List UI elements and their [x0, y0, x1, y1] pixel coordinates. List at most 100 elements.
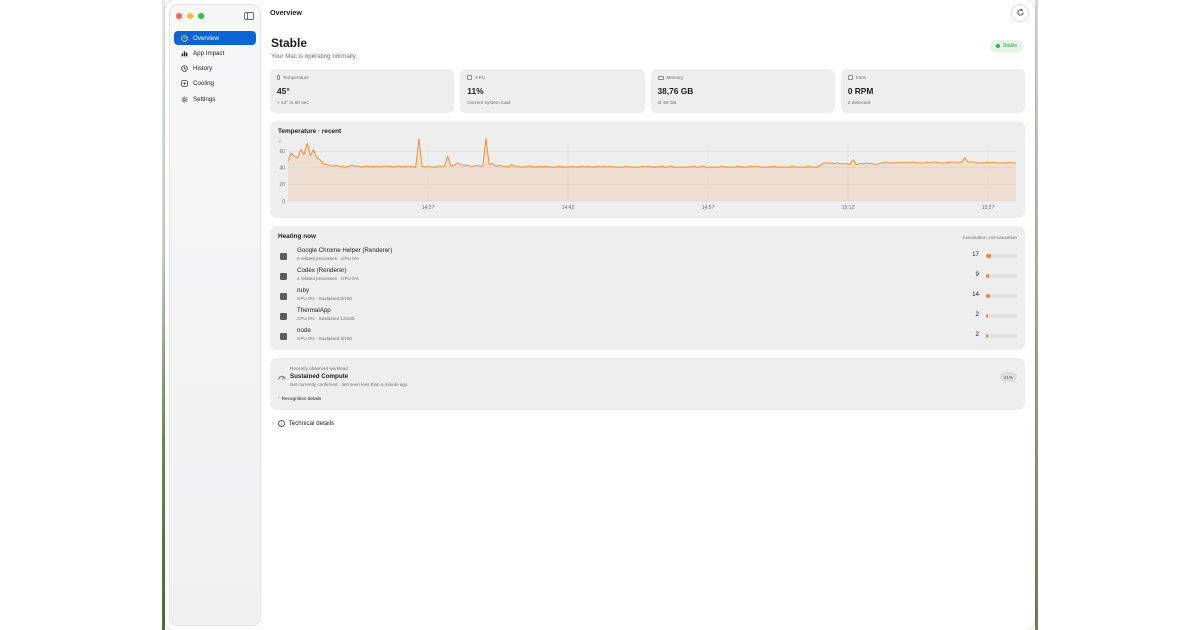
- sidebar-nav: Overview App Impact History Cooling Sett…: [174, 31, 256, 107]
- recognition-details-toggle[interactable]: › Recognition details: [278, 395, 321, 401]
- chevron-right-icon: ›: [278, 395, 280, 401]
- status-dot-icon: [996, 44, 1000, 48]
- impact-bar: [986, 294, 1017, 298]
- series-area: [288, 138, 1016, 201]
- process-detail: CPU 0% · Sustained 3/100: [297, 336, 352, 341]
- y-unit-label: °C: [278, 140, 282, 144]
- status-badge: Stable: [990, 40, 1024, 52]
- x-tick-label: 14:27: [422, 205, 435, 211]
- fans-card: Fans 0 RPM 2 detected: [840, 69, 1025, 113]
- window-controls: [176, 13, 204, 19]
- sidebar: Overview App Impact History Cooling Sett…: [169, 4, 261, 626]
- card-value: 45°: [277, 86, 290, 96]
- metric-cards: Temperature 45° ≈ 44° in 60 sec CPU 11% …: [270, 69, 1025, 113]
- card-subtitle: of 48 GB: [657, 101, 677, 106]
- sidebar-item-overview[interactable]: Overview: [174, 31, 256, 45]
- app-icon: [280, 273, 287, 280]
- app-window: Overview App Impact History Cooling Sett…: [165, 0, 1035, 630]
- app-icon: [280, 313, 287, 320]
- impact-value: 2: [975, 311, 979, 318]
- chevron-right-icon: ›: [272, 420, 274, 427]
- y-tick-label: 20: [279, 182, 285, 188]
- y-tick-label: 40: [279, 166, 285, 172]
- sidebar-item-label: App Impact: [193, 49, 225, 57]
- impact-bar-fill: [986, 314, 988, 318]
- heating-row[interactable]: ruby CPU 0% · Sustained 5/100 14: [280, 287, 1017, 305]
- main-content: Overview Stable Your Mac is operating no…: [270, 0, 1035, 630]
- process-name: node: [297, 327, 311, 334]
- fan-icon: [847, 75, 853, 80]
- heating-row[interactable]: ThermalApp CPU 0% · Sustained 12/100 2: [280, 307, 1017, 325]
- sidebar-toggle-icon[interactable]: [244, 12, 254, 20]
- card-subtitle: Current system load: [467, 101, 511, 106]
- card-label: Fans: [855, 75, 866, 80]
- process-detail: 4 related processes · CPU 0%: [297, 276, 359, 281]
- refresh-button[interactable]: [1011, 4, 1029, 22]
- thermometer-icon: [277, 75, 280, 80]
- heating-row[interactable]: node CPU 0% · Sustained 3/100 2: [280, 327, 1017, 345]
- process-name: ruby: [297, 287, 310, 294]
- process-detail: 8 related processes · CPU 0%: [297, 256, 359, 261]
- heating-now-panel: Heating now Association, not causation G…: [270, 226, 1025, 350]
- card-subtitle: ≈ 44° in 60 sec: [277, 101, 309, 106]
- close-button[interactable]: [176, 13, 182, 19]
- impact-bar-fill: [986, 334, 988, 338]
- impact-bar: [986, 274, 1017, 278]
- heating-row[interactable]: Codex (Renderer) 4 related processes · C…: [280, 267, 1017, 285]
- workload-subtitle: Not currently confirmed · last seen less…: [290, 382, 408, 387]
- refresh-icon: [1016, 8, 1025, 19]
- x-tick-label: 14:42: [562, 205, 575, 211]
- sidebar-item-settings[interactable]: Settings: [174, 92, 256, 106]
- confidence-badge: 41%: [999, 372, 1017, 382]
- info-icon: i: [277, 420, 285, 427]
- clock-icon: [180, 65, 188, 73]
- gauge-icon: [180, 34, 188, 42]
- zoom-button[interactable]: [198, 13, 204, 19]
- sidebar-item-label: History: [193, 65, 213, 73]
- card-subtitle: 2 detected: [847, 101, 871, 106]
- window-title: Overview: [270, 8, 302, 17]
- sidebar-item-cooling[interactable]: Cooling: [174, 77, 256, 91]
- heating-title: Heating now: [278, 233, 316, 240]
- cpu-icon: [467, 75, 473, 80]
- x-tick-label: 15:12: [842, 205, 855, 211]
- sidebar-item-history[interactable]: History: [174, 62, 256, 76]
- heating-row[interactable]: Google Chrome Helper (Renderer) 8 relate…: [280, 247, 1017, 265]
- fan-icon: [180, 80, 188, 88]
- status-title: Stable: [271, 36, 308, 50]
- impact-bar: [986, 334, 1017, 338]
- app-icon: [280, 293, 287, 300]
- impact-bar-fill: [986, 254, 992, 258]
- card-value: 11%: [467, 86, 484, 96]
- x-tick-label: 14:57: [702, 205, 715, 211]
- impact-value: 14: [972, 291, 979, 298]
- sidebar-item-app-impact[interactable]: App Impact: [174, 46, 256, 60]
- process-name: ThermalApp: [297, 307, 331, 314]
- cpu-card: CPU 11% Current system load: [460, 69, 645, 113]
- card-value: 38,76 GB: [657, 86, 694, 96]
- x-tick-label: 15:27: [982, 205, 995, 211]
- app-icon: [280, 253, 287, 260]
- temperature-card: Temperature 45° ≈ 44° in 60 sec: [270, 69, 455, 113]
- gauge-icon: [278, 373, 286, 383]
- memory-card: Memory 38,76 GB of 48 GB: [650, 69, 835, 113]
- app-icon: [280, 333, 287, 340]
- impact-bar: [986, 254, 1017, 258]
- process-detail: CPU 0% · Sustained 5/100: [297, 296, 352, 301]
- minimize-button[interactable]: [187, 13, 193, 19]
- process-name: Codex (Renderer): [297, 267, 347, 274]
- recognition-details-label: Recognition details: [281, 395, 322, 401]
- y-tick-label: 60: [279, 149, 285, 155]
- card-label: Memory: [666, 75, 684, 80]
- technical-details-toggle[interactable]: › i Technical details: [272, 420, 334, 427]
- impact-bar-fill: [986, 294, 991, 298]
- impact-value: 2: [975, 331, 979, 338]
- status-badge-label: Stable: [1003, 43, 1018, 49]
- gear-icon: [180, 95, 188, 103]
- sidebar-item-label: Overview: [193, 34, 219, 42]
- impact-value: 9: [975, 271, 979, 278]
- series-line: [287, 137, 1016, 168]
- heating-note: Association, not causation: [962, 235, 1017, 240]
- temperature-chart: °C 0 20 40 60 14:27 14:42 14:57 15:12 15:27: [278, 137, 1016, 211]
- workload-caption: Recently observed workload: [290, 366, 348, 371]
